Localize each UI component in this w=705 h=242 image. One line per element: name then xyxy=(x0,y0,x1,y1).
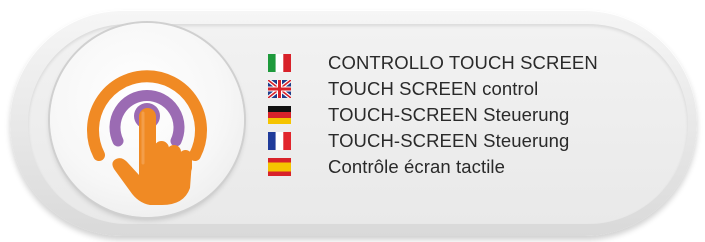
list-item: TOUCH SCREEN control xyxy=(268,76,598,102)
list-item: Contrôle écran tactile xyxy=(268,154,598,180)
spain-flag-icon xyxy=(268,158,291,176)
france-flag-icon xyxy=(268,132,291,150)
italy-flag-icon xyxy=(268,54,291,72)
touch-hand-icon xyxy=(87,70,207,205)
germany-flag-icon xyxy=(268,106,291,124)
uk-flag-icon xyxy=(268,80,291,98)
language-label: TOUCH-SCREEN Steuerung xyxy=(328,104,570,125)
language-label: TOUCH-SCREEN Steuerung xyxy=(328,130,570,151)
list-item: TOUCH-SCREEN Steuerung xyxy=(268,128,598,154)
language-label: TOUCH SCREEN control xyxy=(328,78,539,99)
language-list: CONTROLLO TOUCH SCREEN TOUCH SCREEN cont… xyxy=(268,50,598,180)
touch-icon-disc xyxy=(50,23,244,217)
language-label: CONTROLLO TOUCH SCREEN xyxy=(328,52,598,73)
list-item: TOUCH-SCREEN Steuerung xyxy=(268,102,598,128)
language-label: Contrôle écran tactile xyxy=(328,156,506,177)
list-item: CONTROLLO TOUCH SCREEN xyxy=(268,50,598,76)
touch-screen-badge: CONTROLLO TOUCH SCREEN TOUCH SCREEN cont… xyxy=(0,0,705,242)
